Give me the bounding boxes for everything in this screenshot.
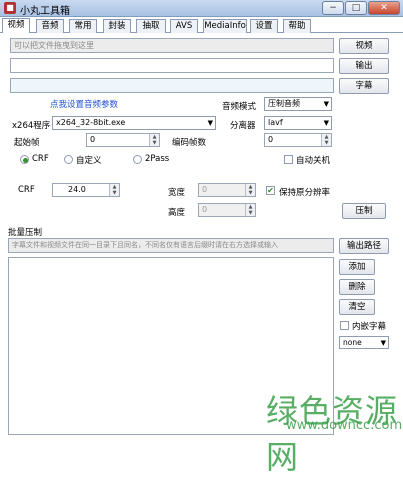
auto-shutdown-label: 自动关机 (296, 156, 331, 166)
chevron-down-icon: ▼ (380, 339, 386, 347)
tab-common[interactable]: 常用 (69, 19, 97, 33)
start-frame-value: 0 (90, 135, 96, 144)
encode-frames-label: 编码帧数 (172, 138, 207, 148)
chevron-down-icon: ▼ (323, 119, 329, 127)
audio-mode-value: 压制音频 (268, 99, 300, 108)
batch-section-label: 批量压制 (8, 228, 43, 238)
subtitle-language-select[interactable]: none ▼ (339, 336, 389, 349)
radio-crf[interactable] (20, 155, 29, 164)
crf-label: CRF (18, 185, 35, 195)
watermark-url: www.downcc.com (286, 418, 403, 433)
width-value: 0 (202, 185, 208, 194)
radio-custom-label: 自定义 (76, 156, 102, 166)
chevron-down-icon: ▼ (323, 100, 329, 108)
subtitle-language-value: none (343, 338, 362, 347)
keep-resolution-checkbox[interactable]: ✔ (266, 186, 275, 195)
close-button[interactable]: ✕ (368, 1, 400, 15)
chevron-down-icon: ▼ (207, 119, 213, 127)
crf-spinner[interactable]: 24.0 ▲ ▼ (52, 183, 120, 197)
embed-subtitle-label: 内嵌字幕 (352, 322, 387, 332)
auto-shutdown-checkbox[interactable] (284, 155, 293, 164)
tab-bar: 视频 音频 常用 封装 抽取 AVS MediaInfo 设置 帮助 (0, 18, 403, 33)
window-title: 小丸工具箱 (20, 6, 70, 17)
output-button[interactable]: 输出 (339, 58, 389, 74)
maximize-button[interactable]: □ (345, 1, 367, 15)
tab-mux[interactable]: 封装 (103, 19, 131, 33)
output-field[interactable] (10, 58, 334, 73)
demuxer-select[interactable]: lavf ▼ (264, 116, 332, 130)
start-frame-label: 起始帧 (14, 138, 40, 148)
encode-frames-spinner[interactable]: 0 ▲ ▼ (264, 133, 332, 147)
spinner-arrows-icon[interactable]: ▲ ▼ (109, 184, 119, 196)
delete-button[interactable]: 删除 (339, 279, 375, 295)
height-value: 0 (202, 205, 208, 214)
crf-value: 24.0 (68, 185, 86, 194)
keep-resolution-label: 保持原分辨率 (279, 188, 331, 198)
tab-video[interactable]: 视频 (2, 18, 30, 33)
spinner-arrows-icon[interactable]: ▲ ▼ (245, 204, 255, 216)
embed-subtitle-checkbox[interactable] (340, 321, 349, 330)
x264-label: x264程序 (12, 121, 51, 131)
start-frame-spinner[interactable]: 0 ▲ ▼ (86, 133, 160, 147)
clear-button[interactable]: 清空 (339, 299, 375, 315)
radio-2pass-label: 2Pass (145, 154, 170, 164)
tab-help[interactable]: 帮助 (283, 19, 311, 33)
demuxer-label: 分离器 (230, 121, 256, 131)
tab-settings[interactable]: 设置 (250, 19, 278, 33)
batch-hint-field[interactable]: 字幕文件和视频文件在同一目录下且同名，不同名仅有语言后缀时请在右方选择或输入 (8, 238, 334, 253)
width-spinner[interactable]: 0 ▲ ▼ (198, 183, 256, 197)
audio-mode-select[interactable]: 压制音频 ▼ (264, 97, 332, 111)
encode-frames-value: 0 (268, 135, 274, 144)
minimize-button[interactable]: − (322, 1, 344, 15)
height-spinner[interactable]: 0 ▲ ▼ (198, 203, 256, 217)
tab-extract[interactable]: 抽取 (136, 19, 166, 33)
subtitle-field[interactable] (10, 78, 334, 93)
radio-crf-label: CRF (32, 154, 49, 164)
x264-value: x264_32-8bit.exe (56, 118, 126, 127)
width-label: 宽度 (168, 188, 186, 198)
video-button[interactable]: 视频 (339, 38, 389, 54)
demuxer-value: lavf (268, 118, 283, 127)
video-input-field[interactable]: 可以把文件拖曳到这里 (10, 38, 334, 53)
spinner-arrows-icon[interactable]: ▲ ▼ (149, 134, 159, 146)
app-icon: ■ (4, 2, 16, 14)
tab-audio[interactable]: 音频 (36, 19, 64, 33)
radio-2pass[interactable] (133, 155, 142, 164)
height-label: 高度 (168, 208, 186, 218)
add-button[interactable]: 添加 (339, 259, 375, 275)
encode-button[interactable]: 压制 (342, 203, 386, 219)
subtitle-button[interactable]: 字幕 (339, 78, 389, 94)
audio-mode-label: 音频模式 (222, 102, 257, 112)
x264-select[interactable]: x264_32-8bit.exe ▼ (52, 116, 216, 130)
audio-settings-link[interactable]: 点我设置音频参数 (50, 98, 118, 110)
output-path-button[interactable]: 输出路径 (339, 238, 389, 254)
tab-mediainfo[interactable]: MediaInfo (203, 19, 247, 33)
radio-custom[interactable] (64, 155, 73, 164)
spinner-arrows-icon[interactable]: ▲ ▼ (321, 134, 331, 146)
tab-avs[interactable]: AVS (170, 19, 198, 33)
spinner-arrows-icon[interactable]: ▲ ▼ (245, 184, 255, 196)
